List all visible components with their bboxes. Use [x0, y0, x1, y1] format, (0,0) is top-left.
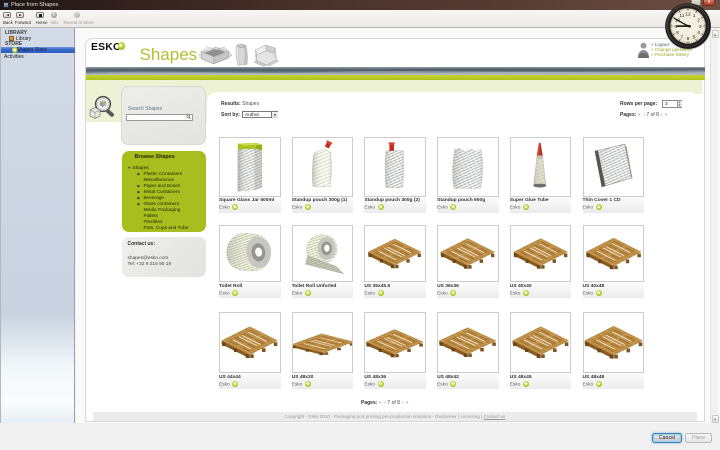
svg-text:7: 7	[681, 34, 684, 40]
svg-text:11: 11	[679, 13, 684, 19]
svg-text:8: 8	[676, 30, 679, 36]
svg-text:2: 2	[697, 18, 700, 24]
svg-text:3: 3	[699, 24, 702, 30]
svg-text:6: 6	[687, 36, 690, 42]
svg-text:5: 5	[693, 34, 696, 40]
svg-text:12: 12	[685, 12, 691, 18]
svg-text:4: 4	[697, 30, 700, 36]
svg-text:1: 1	[693, 13, 696, 19]
